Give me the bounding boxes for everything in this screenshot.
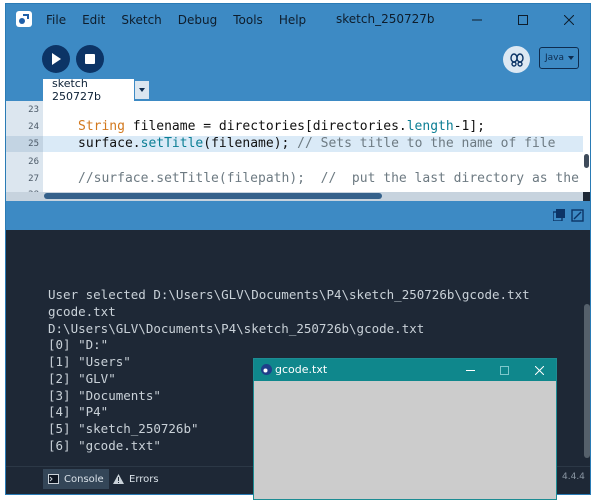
scrollbar-thumb[interactable]	[584, 154, 589, 168]
code-token: -1];	[453, 119, 486, 134]
code-token: String	[78, 119, 125, 134]
menu-bar: File Edit Sketch Debug Tools Help	[46, 4, 322, 35]
popup-title: gcode.txt	[275, 363, 328, 376]
close-icon	[564, 14, 574, 25]
scrollbar-thumb[interactable]	[44, 193, 382, 199]
code-token: surface.	[78, 136, 141, 151]
code-editor[interactable]: 23 24 String filename = directories[dire…	[6, 101, 583, 192]
menu-tools[interactable]: Tools	[233, 13, 263, 27]
butterfly-icon	[509, 52, 524, 67]
close-icon	[534, 365, 544, 375]
code-line-current: 25 surface.setTitle(filename); // Sets t…	[6, 136, 583, 152]
maximize-icon	[499, 365, 509, 375]
console-line: [2] "GLV"	[48, 371, 116, 386]
code-line: 24 String filename = directories[directo…	[6, 119, 583, 135]
code-token: (filename);	[203, 136, 298, 151]
maximize-icon	[518, 14, 528, 25]
tab-label: sketch 250727b	[52, 77, 101, 103]
mode-selector[interactable]: Java	[539, 47, 579, 69]
scrollbar-thumb[interactable]	[584, 304, 590, 458]
code-token: // Sets title to the name of file	[297, 136, 556, 151]
minimize-icon	[472, 19, 482, 20]
console-line: D:\Users\GLV\Documents\P4\sketch_250726b…	[48, 321, 425, 336]
code-text: surface.setTitle(filename); // Sets titl…	[78, 136, 555, 152]
tab-menu-button[interactable]	[135, 81, 149, 99]
tab-bar: sketch 250727b	[6, 77, 590, 103]
window-title: sketch_250727b	[336, 12, 435, 26]
editor-vertical-scrollbar[interactable]	[583, 101, 590, 192]
console-line: [4] "P4"	[48, 404, 109, 419]
chevron-down-icon	[568, 56, 574, 60]
popup-minimize-button[interactable]	[453, 359, 487, 381]
close-window-button[interactable]	[546, 4, 590, 35]
console-line: User selected D:\Users\GLV\Documents\P4\…	[48, 287, 530, 302]
console-line: [3] "Documents"	[48, 388, 161, 403]
copy-icon[interactable]	[553, 209, 565, 221]
minimize-button[interactable]	[454, 4, 500, 35]
errors-tab[interactable]: Errors	[108, 469, 164, 489]
console-line: [1] "Users"	[48, 354, 131, 369]
console-line: gcode.txt	[48, 304, 116, 319]
menu-sketch[interactable]: Sketch	[121, 13, 161, 27]
code-token: length	[406, 119, 454, 134]
minimize-icon	[465, 369, 475, 371]
code-line: 23	[6, 102, 583, 118]
line-number: 25	[6, 136, 43, 152]
processing-logo-icon	[16, 11, 32, 27]
line-number: 23	[28, 105, 39, 115]
line-number: 24	[28, 122, 39, 132]
code-line: 26	[6, 154, 583, 170]
code-token: filename = directories[directories.	[124, 119, 407, 134]
console-tab-label: Console	[64, 473, 104, 485]
popup-title-bar[interactable]: gcode.txt	[254, 359, 556, 381]
version-label: 4.4.4	[562, 472, 585, 482]
menu-file[interactable]: File	[46, 13, 66, 27]
chevron-down-icon	[139, 88, 145, 92]
console-divider[interactable]	[6, 201, 590, 230]
run-button[interactable]	[42, 45, 70, 73]
console-line: [0] "D:"	[48, 337, 109, 352]
debug-button[interactable]	[503, 46, 530, 73]
popup-close-button[interactable]	[522, 359, 556, 381]
code-token: setTitle	[140, 136, 204, 151]
mode-label: Java	[545, 53, 565, 63]
line-number: 27	[28, 174, 39, 184]
warning-icon	[113, 474, 124, 484]
menu-edit[interactable]: Edit	[82, 13, 105, 27]
console-vertical-scrollbar[interactable]	[581, 230, 590, 466]
menu-help[interactable]: Help	[279, 13, 306, 27]
tab-sketch[interactable]: sketch 250727b	[43, 77, 134, 103]
processing-logo-icon	[261, 364, 272, 375]
menu-debug[interactable]: Debug	[178, 13, 217, 27]
popup-maximize-button[interactable]	[487, 359, 521, 381]
line-number: 26	[28, 157, 39, 167]
code-text: String filename = directories[directorie…	[78, 119, 485, 135]
maximize-button[interactable]	[500, 4, 546, 35]
console-line: [5] "sketch_250726b"	[48, 421, 199, 436]
console-line: [6] "gcode.txt"	[48, 438, 161, 453]
stop-icon	[85, 54, 95, 64]
stop-button[interactable]	[76, 45, 104, 73]
console-tab[interactable]: Console	[43, 469, 109, 489]
errors-tab-label: Errors	[129, 473, 159, 485]
clear-console-icon[interactable]	[571, 209, 584, 222]
code-text: //surface.setTitle(filepath); // put the…	[78, 171, 579, 186]
sketch-output-window[interactable]: gcode.txt	[253, 358, 557, 500]
toolbar: Java	[6, 35, 590, 79]
title-bar: File Edit Sketch Debug Tools Help sketch…	[6, 4, 590, 35]
play-icon	[52, 53, 61, 65]
code-line: 27 //surface.setTitle(filepath); // put …	[6, 171, 583, 187]
editor-horizontal-scrollbar[interactable]	[6, 192, 583, 201]
terminal-icon	[48, 474, 59, 484]
